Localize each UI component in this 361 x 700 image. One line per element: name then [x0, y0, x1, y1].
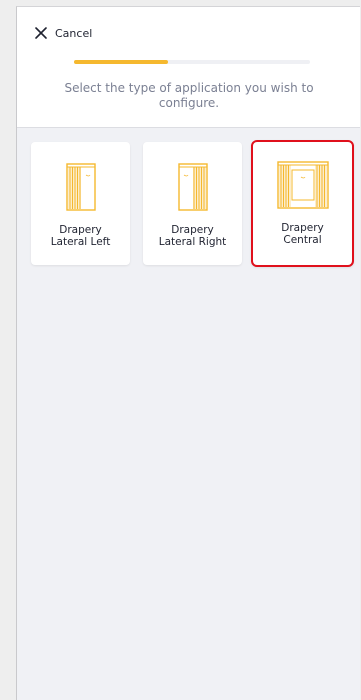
option-drapery-lateral-right[interactable]: Drapery Lateral Right: [143, 142, 242, 265]
header: Cancel Select the type of application yo…: [17, 7, 360, 128]
option-label: Drapery Lateral Right: [158, 224, 227, 248]
cancel-label: Cancel: [55, 26, 93, 40]
instruction-text: Select the type of application you wish …: [64, 81, 314, 110]
option-drapery-central[interactable]: Drapery Central: [251, 140, 354, 267]
app-screen: Cancel Select the type of application yo…: [16, 6, 360, 700]
drapery-lateral-left-icon: [65, 163, 96, 211]
cancel-button[interactable]: Cancel: [34, 26, 92, 40]
progress-bar: [74, 60, 310, 64]
drapery-lateral-right-icon: [177, 163, 208, 211]
close-icon: [35, 27, 47, 39]
option-drapery-lateral-left[interactable]: Drapery Lateral Left: [31, 142, 130, 265]
option-label: Drapery Lateral Left: [50, 224, 111, 248]
progress-fill: [74, 60, 169, 64]
option-label: Drapery Central: [281, 222, 324, 246]
drapery-central-icon: [276, 161, 329, 209]
